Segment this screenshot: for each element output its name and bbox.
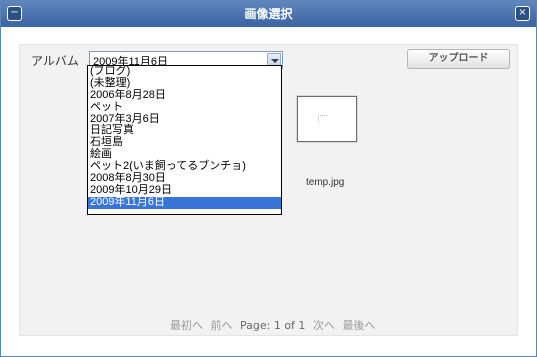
title-bar: − 画像選択 × <box>1 1 536 27</box>
album-option[interactable]: 2009年10月29日 <box>88 184 281 197</box>
dialog-title: 画像選択 <box>244 7 293 21</box>
pager-page-info: Page: 1 of 1 <box>240 319 306 332</box>
pager-next-link[interactable]: 次へ <box>313 319 335 332</box>
upload-button[interactable]: アップロード <box>407 49 510 69</box>
album-option[interactable]: 2006年8月28日 <box>88 89 281 102</box>
album-option-selected[interactable]: 2009年11月6日 <box>88 196 281 209</box>
image-thumbnail[interactable] <box>297 96 357 142</box>
pager-last-link[interactable]: 最後へ <box>342 319 375 332</box>
thumbnail-image <box>318 115 327 122</box>
pagination: 最初へ 前へ Page: 1 of 1 次へ 最後へ <box>170 317 379 333</box>
pager-first-link[interactable]: 最初へ <box>170 319 203 332</box>
close-icon[interactable]: × <box>515 6 530 21</box>
album-option[interactable]: (未整理) <box>88 77 281 90</box>
album-label: アルバム <box>31 54 79 68</box>
thumbnail-filename: temp.jpg <box>306 177 345 188</box>
pager-prev-link[interactable]: 前へ <box>211 319 233 332</box>
album-dropdown-list[interactable]: (ブログ) (未整理) 2006年8月28日 ペット 2007年3月6日 日記写… <box>87 65 282 215</box>
album-option[interactable]: ペット <box>88 101 281 114</box>
album-option[interactable]: 石垣島 <box>88 136 281 149</box>
